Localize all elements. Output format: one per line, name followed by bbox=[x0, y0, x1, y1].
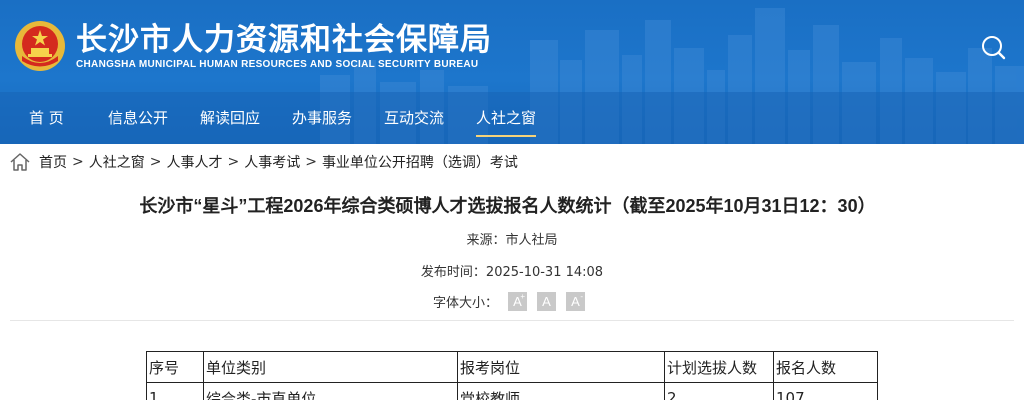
table-header-cell: 报名人数 bbox=[773, 351, 878, 383]
table-header-cell: 序号 bbox=[146, 351, 204, 383]
table-cell: 2 bbox=[664, 382, 774, 400]
table-header-row: 序号 单位类别 报考岗位 计划选拔人数 报名人数 bbox=[146, 351, 878, 383]
font-size-minus-glyph: - bbox=[580, 292, 584, 301]
font-size-label: 字体大小： bbox=[433, 296, 499, 311]
site-subtitle: CHANGSHA MUNICIPAL HUMAN RESOURCES AND S… bbox=[76, 59, 479, 70]
nav-item-home[interactable]: 首 页 bbox=[29, 108, 64, 128]
national-emblem-icon bbox=[15, 21, 65, 71]
breadcrumb-hr-window[interactable]: 人社之窗 bbox=[89, 152, 145, 172]
breadcrumb-home[interactable]: 首页 bbox=[39, 152, 67, 172]
table-cell: 综合类-市直单位 bbox=[203, 382, 458, 400]
table-cell: 107 bbox=[773, 382, 878, 400]
table-header-cell: 报考岗位 bbox=[457, 351, 665, 383]
search-icon bbox=[982, 36, 1006, 60]
search-button[interactable] bbox=[978, 32, 1008, 62]
nav-item-hr-window[interactable]: 人社之窗 bbox=[476, 108, 537, 137]
main-nav: 首 页 信息公开 解读回应 办事服务 互动交流 人社之窗 bbox=[0, 92, 1024, 144]
article-title: 长沙市“星斗”工程2026年综合类硕博人才选拔报名人数统计（截至2025年10月… bbox=[139, 196, 876, 216]
table-cell: 1 bbox=[146, 382, 204, 400]
font-size-plus-glyph: + bbox=[520, 292, 526, 301]
table-header-cell: 计划选拔人数 bbox=[664, 351, 774, 383]
article-publish-time: 发布时间：2025-10-31 14:08 bbox=[420, 265, 604, 280]
nav-item-interaction[interactable]: 互动交流 bbox=[384, 108, 444, 128]
breadcrumb-separator: > bbox=[305, 154, 317, 170]
breadcrumb-separator: > bbox=[149, 154, 162, 170]
home-icon[interactable] bbox=[8, 150, 32, 174]
font-size-medium-button[interactable]: A bbox=[537, 292, 557, 311]
site-title: 长沙市人力资源和社会保障局 bbox=[76, 22, 492, 58]
font-size-small-button[interactable]: A- bbox=[566, 292, 586, 311]
font-size-small-glyph: A bbox=[571, 294, 580, 309]
breadcrumb-separator: > bbox=[72, 154, 84, 170]
table-header-cell: 单位类别 bbox=[203, 351, 458, 383]
breadcrumb-recruitment[interactable]: 事业单位公开招聘（选调）考试 bbox=[322, 152, 518, 172]
nav-item-services[interactable]: 办事服务 bbox=[292, 108, 352, 128]
registration-stats-table: 序号 单位类别 报考岗位 计划选拔人数 报名人数 1 综合类-市直单位 党校教师… bbox=[146, 351, 878, 400]
breadcrumb-separator: > bbox=[227, 154, 240, 170]
breadcrumb: 首页 > 人社之窗 > 人事人才 > 人事考试 > 事业单位公开招聘（选调）考试 bbox=[8, 150, 518, 174]
site-header: 长沙市人力资源和社会保障局 CHANGSHA MUNICIPAL HUMAN R… bbox=[0, 0, 1024, 144]
font-size-medium-glyph: A bbox=[542, 294, 551, 309]
font-size-controls: 字体大小： A + A A- bbox=[433, 292, 586, 311]
article-source: 来源：市人社局 bbox=[466, 233, 558, 248]
font-size-large-button[interactable]: A + bbox=[508, 292, 528, 311]
breadcrumb-personnel[interactable]: 人事人才 bbox=[166, 152, 222, 172]
nav-item-info-disclosure[interactable]: 信息公开 bbox=[108, 108, 168, 128]
table-row: 1 综合类-市直单位 党校教师 2 107 bbox=[146, 382, 878, 400]
table-cell: 党校教师 bbox=[457, 382, 665, 400]
breadcrumb-exams[interactable]: 人事考试 bbox=[244, 152, 300, 172]
nav-item-interpretation[interactable]: 解读回应 bbox=[200, 108, 260, 128]
content-divider bbox=[10, 320, 1014, 321]
